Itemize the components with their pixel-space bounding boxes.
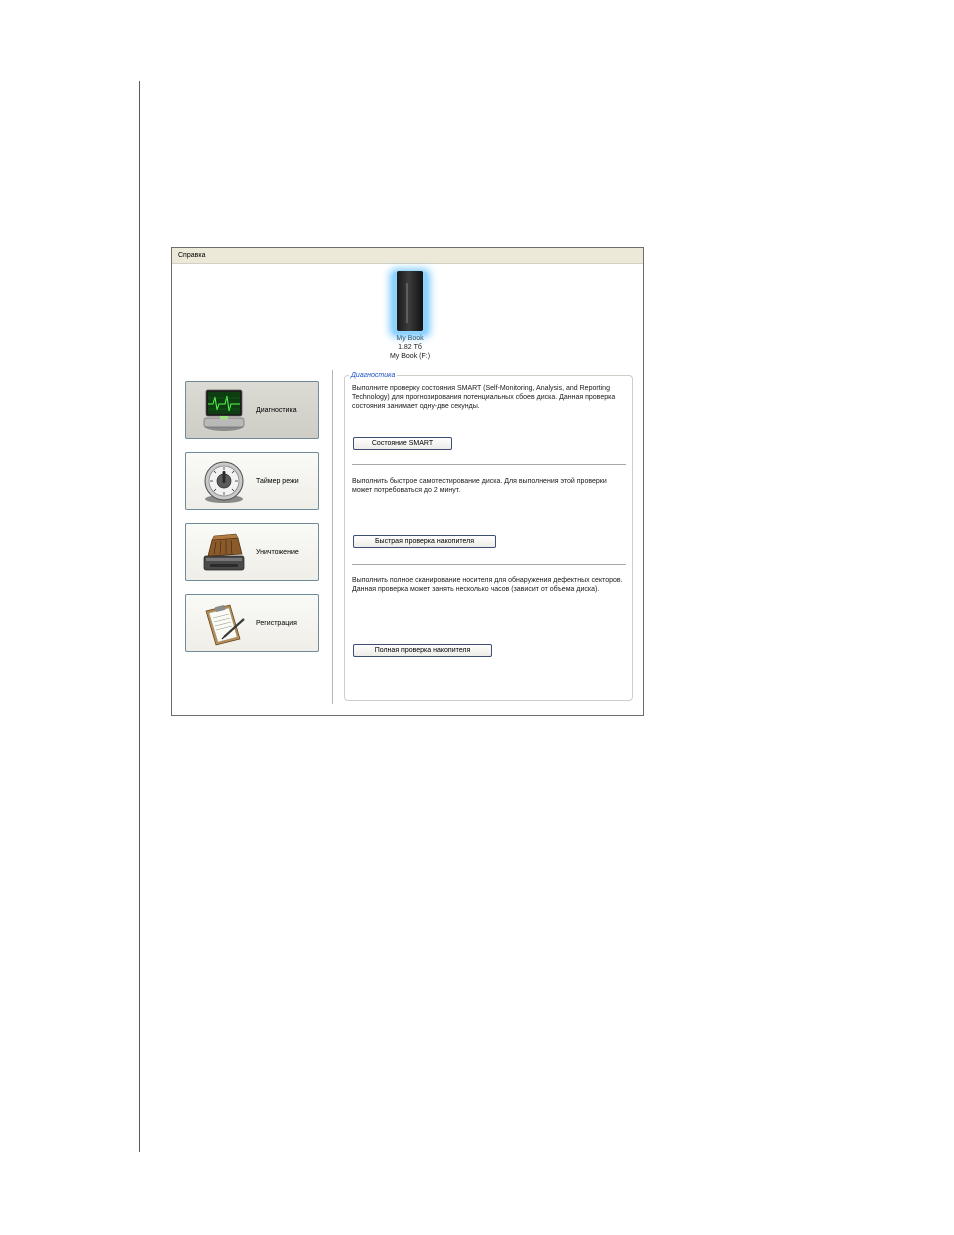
nav-registration-label: Регистрация bbox=[256, 620, 297, 627]
nav-registration-button[interactable]: Регистрация bbox=[185, 594, 319, 652]
nav-timer-label: Таймер режи bbox=[256, 478, 299, 485]
diagnostics-monitor-icon bbox=[203, 389, 245, 431]
section-separator bbox=[352, 464, 626, 465]
smart-description: Выполните проверку состояния SMART (Self… bbox=[352, 385, 616, 410]
drive-volume: My Book (F:) bbox=[389, 353, 431, 360]
shredder-drive-icon bbox=[203, 533, 245, 571]
menu-bar: Справка bbox=[172, 248, 643, 264]
quick-test-button[interactable]: Быстрая проверка накопителя bbox=[353, 535, 496, 548]
drive-summary: My Book 1.82 Тб My Book (F:) bbox=[368, 268, 452, 361]
timer-dial-icon bbox=[204, 461, 244, 503]
diagnostics-group: Диагностика Выполните проверку состояния… bbox=[344, 371, 633, 701]
drive-capacity: 1.82 Тб bbox=[398, 344, 422, 351]
diagnostics-title: Диагностика bbox=[349, 371, 398, 380]
section-separator bbox=[352, 564, 626, 565]
clipboard-pen-icon bbox=[205, 604, 245, 646]
nav-timer-button[interactable]: Таймер режи bbox=[185, 452, 319, 510]
panel-divider bbox=[332, 370, 333, 704]
full-test-button[interactable]: Полная проверка накопителя bbox=[353, 644, 492, 657]
menu-help[interactable]: Справка bbox=[178, 251, 205, 260]
drive-name: My Book bbox=[396, 335, 424, 342]
app-window: Справка My Book 1.82 Тб My Book (F:) Диа… bbox=[171, 247, 644, 716]
quick-test-description: Выполнить быстрое самотестирование диска… bbox=[352, 478, 607, 494]
external-drive-icon bbox=[391, 268, 429, 334]
nav-diagnostics-button[interactable]: Диагностика bbox=[185, 381, 319, 439]
full-test-description: Выполнить полное сканирование носителя д… bbox=[352, 577, 623, 593]
nav-erase-button[interactable]: Уничтожение bbox=[185, 523, 319, 581]
nav-diagnostics-label: Диагностика bbox=[256, 407, 297, 414]
smart-status-button[interactable]: Состояние SMART bbox=[353, 437, 452, 450]
nav-erase-label: Уничтожение bbox=[256, 549, 299, 556]
page-margin-rule bbox=[139, 81, 140, 1152]
